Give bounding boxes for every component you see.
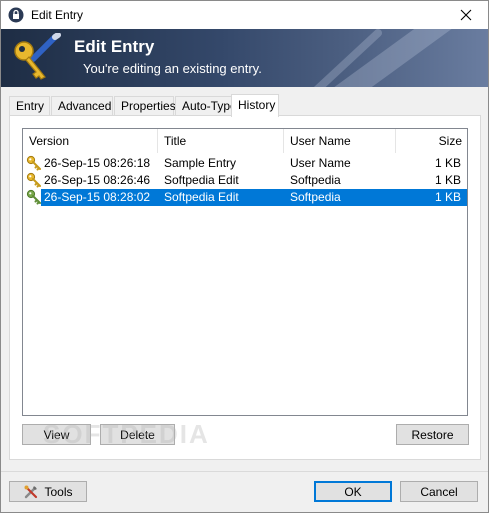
row-title: Softpedia Edit [164, 173, 239, 187]
banner-subtitle: You're editing an existing entry. [83, 61, 262, 76]
tools-icon [24, 485, 38, 498]
keepass-lock-icon [8, 7, 24, 23]
banner-title: Edit Entry [74, 37, 155, 56]
green-key-icon [26, 189, 41, 205]
view-button[interactable]: View [22, 424, 91, 445]
row-title: Softpedia Edit [164, 190, 239, 204]
history-row[interactable]: 26-Sep-15 08:26:46 Softpedia Edit Softpe… [23, 172, 467, 189]
column-header-size[interactable]: Size [396, 129, 467, 153]
history-list[interactable]: Version Title User Name Size 26-Sep-15 0… [22, 128, 468, 416]
ok-button[interactable]: OK [314, 481, 392, 502]
column-header-version[interactable]: Version [23, 129, 158, 153]
key-icon [26, 155, 41, 171]
tab-entry[interactable]: Entry [9, 96, 50, 116]
tools-button[interactable]: Tools [9, 481, 87, 502]
history-row[interactable]: 26-Sep-15 08:26:18 Sample Entry User Nam… [23, 155, 467, 172]
row-size: 1 KB [434, 156, 461, 170]
edit-entry-window: Edit Entry Edit Entry You're editing an … [0, 0, 489, 513]
pen-decoration-icon [313, 29, 452, 87]
delete-button[interactable]: Delete [100, 424, 175, 445]
tab-history[interactable]: History [231, 94, 279, 117]
footer-separator [1, 471, 488, 472]
list-header: Version Title User Name Size [23, 129, 467, 153]
row-size: 1 KB [434, 173, 461, 187]
banner: Edit Entry You're editing an existing en… [1, 29, 488, 87]
history-row-selected[interactable]: 26-Sep-15 08:28:02 Softpedia Edit Softpe… [23, 189, 467, 206]
column-header-title[interactable]: Title [158, 129, 284, 153]
row-user-name: Softpedia [290, 190, 341, 204]
row-version: 26-Sep-15 08:26:18 [44, 156, 151, 170]
row-version: 26-Sep-15 08:26:46 [44, 173, 151, 187]
close-button[interactable] [444, 1, 488, 29]
restore-button[interactable]: Restore [396, 424, 469, 445]
row-size: 1 KB [434, 190, 461, 204]
window-title: Edit Entry [31, 8, 84, 22]
row-version: 26-Sep-15 08:28:02 [44, 190, 151, 204]
row-user-name: Softpedia [290, 173, 341, 187]
row-user-name: User Name [290, 156, 351, 170]
tab-advanced[interactable]: Advanced [51, 96, 113, 116]
tab-auto-type[interactable]: Auto-Type [175, 96, 237, 116]
cancel-button[interactable]: Cancel [400, 481, 478, 502]
key-pen-icon [14, 33, 61, 80]
tools-label: Tools [44, 484, 73, 499]
history-tab-panel: Version Title User Name Size 26-Sep-15 0… [9, 115, 481, 460]
row-title: Sample Entry [164, 156, 237, 170]
column-header-user-name[interactable]: User Name [284, 129, 396, 153]
tab-properties[interactable]: Properties [114, 96, 176, 116]
title-bar[interactable]: Edit Entry [1, 1, 488, 29]
close-icon [460, 9, 472, 21]
key-icon [26, 172, 41, 188]
